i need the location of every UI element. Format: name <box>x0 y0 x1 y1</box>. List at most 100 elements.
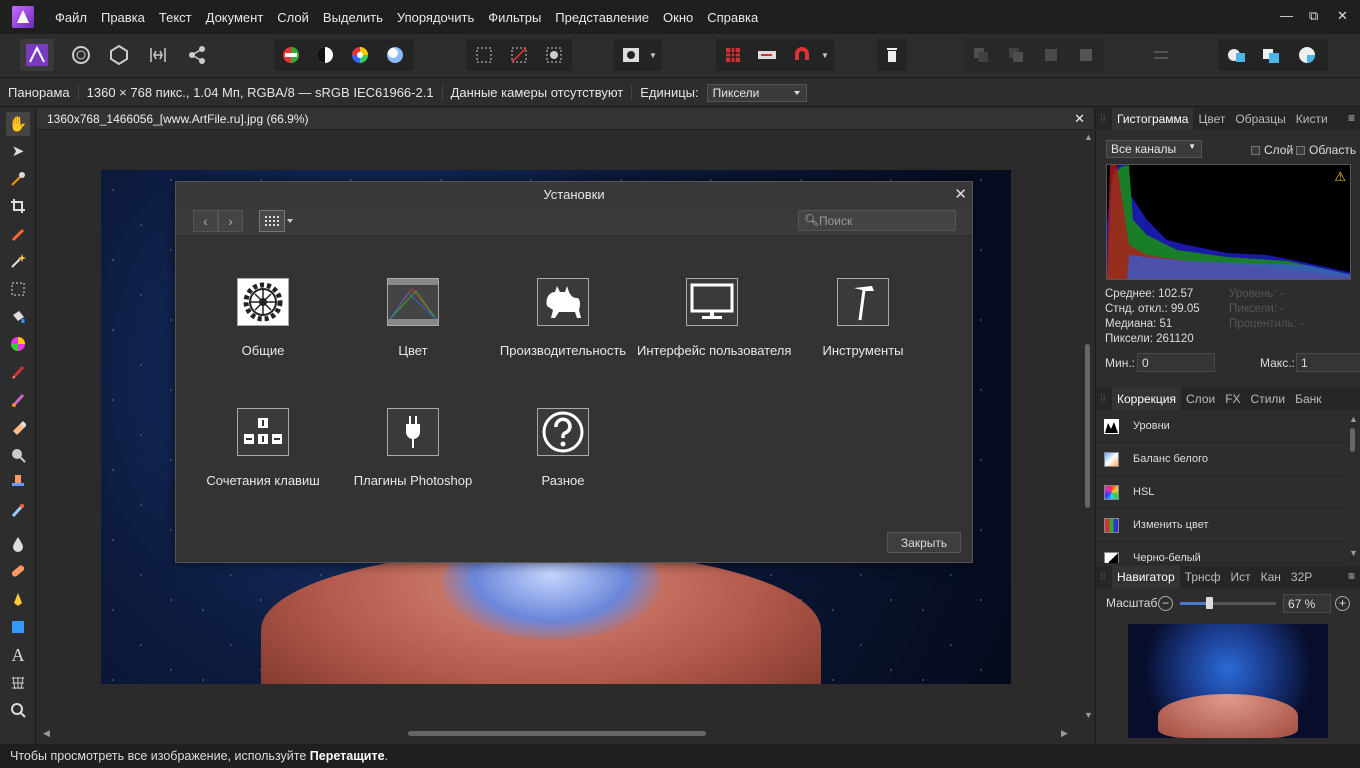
crop-tool-icon[interactable] <box>6 194 30 218</box>
area-checkbox[interactable]: Область <box>1296 143 1356 157</box>
menu-text[interactable]: Текст <box>159 10 192 25</box>
snapping-grid-icon[interactable] <box>718 41 748 69</box>
photo-persona-icon[interactable] <box>22 41 52 69</box>
scroll-up-icon[interactable]: ▲ <box>1349 414 1358 424</box>
contrast-icon[interactable] <box>310 41 340 69</box>
scroll-up-icon[interactable]: ▲ <box>1084 132 1093 142</box>
tab-channels[interactable]: Кан <box>1256 570 1286 584</box>
color-picker-tool-icon[interactable] <box>6 167 30 191</box>
pref-interface[interactable]: Интерфейс пользователя <box>637 278 791 358</box>
snapping-magnet-icon[interactable] <box>787 41 817 69</box>
marquee-tool-icon[interactable] <box>6 277 30 301</box>
tab-brushes[interactable]: Кисти <box>1291 112 1333 126</box>
levels-icon[interactable] <box>276 41 306 69</box>
paint-brush-tool-icon[interactable] <box>6 360 30 384</box>
close-window-button[interactable]: ✕ <box>1337 8 1348 24</box>
blur-tool-icon[interactable] <box>6 532 30 556</box>
tab-history[interactable]: Ист <box>1226 570 1256 584</box>
shape-tool-icon[interactable] <box>6 615 30 639</box>
flood-select-tool-icon[interactable] <box>6 249 30 273</box>
menu-file[interactable]: Файл <box>55 10 87 25</box>
navigator-thumbnail[interactable] <box>1128 624 1328 738</box>
pref-tools[interactable]: Инструменты <box>788 278 938 358</box>
menu-arrange[interactable]: Упорядочить <box>397 10 474 25</box>
zoom-slider[interactable] <box>1180 597 1276 609</box>
selection-brush-tool-icon[interactable] <box>6 222 30 246</box>
scroll-down-icon[interactable]: ▼ <box>1084 710 1093 720</box>
menu-layer[interactable]: Слой <box>277 10 309 25</box>
color-brush-tool-icon[interactable] <box>6 332 30 356</box>
scroll-left-icon[interactable]: ◀ <box>43 728 50 739</box>
hand-tool-icon[interactable]: ✋ <box>6 112 30 136</box>
assistant-icon[interactable] <box>752 41 782 69</box>
boolean-add-icon[interactable] <box>1221 41 1251 69</box>
pen-tool-icon[interactable] <box>6 587 30 611</box>
export-persona-icon[interactable] <box>182 41 212 69</box>
trash-icon[interactable] <box>877 41 907 69</box>
tab-layers[interactable]: Слои <box>1181 392 1220 406</box>
tone-mapping-persona-icon[interactable] <box>143 41 173 69</box>
tab-styles[interactable]: Стили <box>1246 392 1291 406</box>
text-tool-icon[interactable]: A <box>6 643 30 667</box>
dodge-tool-icon[interactable] <box>6 443 30 467</box>
white-balance-icon[interactable] <box>380 41 410 69</box>
panel-grip-icon[interactable]: ⁞⁞ <box>1100 394 1112 405</box>
maximize-button[interactable]: ⧉ <box>1309 8 1318 24</box>
adjust-item-white-balance[interactable]: Баланс белого <box>1096 443 1346 476</box>
layer-checkbox[interactable]: Слой <box>1251 143 1293 157</box>
affinity-photo-logo[interactable] <box>12 6 34 28</box>
units-select[interactable]: Пиксели <box>706 83 807 102</box>
hsl-icon[interactable] <box>345 41 375 69</box>
patch-tool-icon[interactable] <box>6 559 30 583</box>
panel-menu-icon[interactable]: ≡ <box>1348 569 1355 583</box>
snapping-dropdown-icon[interactable]: ▼ <box>816 41 834 69</box>
erase-brush-tool-icon[interactable] <box>6 415 30 439</box>
mask-dropdown-icon[interactable]: ▼ <box>644 41 662 69</box>
pref-plugins[interactable]: Плагины Photoshop <box>338 408 488 488</box>
tab-adjustment[interactable]: Коррекция <box>1112 388 1182 410</box>
scroll-right-icon[interactable]: ▶ <box>1061 728 1068 739</box>
grid-view-button[interactable] <box>259 210 285 232</box>
menu-document[interactable]: Документ <box>206 10 264 25</box>
vertical-scrollbar[interactable]: ▲ ▼ <box>1083 132 1093 724</box>
develop-persona-icon[interactable] <box>104 41 134 69</box>
marquee-select-icon[interactable] <box>469 41 499 69</box>
deselect-icon[interactable] <box>504 41 534 69</box>
minimize-button[interactable]: — <box>1280 8 1293 23</box>
document-tab[interactable]: 1360x768_1466056_[www.ArtFile.ru].jpg (6… <box>37 108 1093 130</box>
panel-menu-icon[interactable]: ≡ <box>1348 111 1355 125</box>
adjust-item-black-white[interactable]: Черно-белый <box>1096 542 1346 564</box>
search-input[interactable]: 🔍︎ Поиск <box>798 210 956 231</box>
min-field[interactable]: 0 <box>1137 353 1215 372</box>
horizontal-scroll-thumb[interactable] <box>408 731 706 736</box>
vertical-scroll-thumb[interactable] <box>1085 344 1090 508</box>
zoom-value-field[interactable]: 67 % <box>1283 594 1331 613</box>
adjust-item-levels[interactable]: Уровни <box>1096 410 1346 443</box>
zoom-tool-icon[interactable] <box>6 698 30 722</box>
adjust-item-replace-color[interactable]: Изменить цвет <box>1096 509 1346 542</box>
mixer-brush-tool-icon[interactable] <box>6 388 30 412</box>
chevron-down-icon[interactable] <box>287 219 293 223</box>
adjust-item-hsl[interactable]: HSL <box>1096 476 1346 509</box>
forward-button[interactable]: › <box>218 210 243 232</box>
flood-fill-tool-icon[interactable] <box>6 305 30 329</box>
close-button[interactable]: Закрыть <box>887 532 961 553</box>
zoom-in-icon[interactable]: + <box>1335 596 1350 611</box>
mesh-warp-tool-icon[interactable] <box>6 671 30 695</box>
adjustment-scrollbar[interactable]: ▲ ▼ <box>1348 414 1358 566</box>
menu-edit[interactable]: Правка <box>101 10 145 25</box>
clone-stamp-tool-icon[interactable] <box>6 470 30 494</box>
liquify-persona-icon[interactable] <box>66 41 96 69</box>
panel-grip-icon[interactable]: ⁞⁞ <box>1100 114 1112 125</box>
adjustment-scroll-thumb[interactable] <box>1350 428 1355 452</box>
invert-selection-icon[interactable] <box>539 41 569 69</box>
tab-32p[interactable]: 32Р <box>1286 570 1317 584</box>
pref-performance[interactable]: Производительность <box>488 278 638 358</box>
tab-stock[interactable]: Банк <box>1290 392 1326 406</box>
zoom-slider-knob[interactable] <box>1206 597 1213 609</box>
menu-select[interactable]: Выделить <box>323 10 383 25</box>
boolean-subtract-icon[interactable] <box>1256 41 1286 69</box>
move-tool-icon[interactable]: ➤ <box>6 139 30 163</box>
scroll-down-icon[interactable]: ▼ <box>1349 548 1358 558</box>
menu-view[interactable]: Представление <box>555 10 649 25</box>
